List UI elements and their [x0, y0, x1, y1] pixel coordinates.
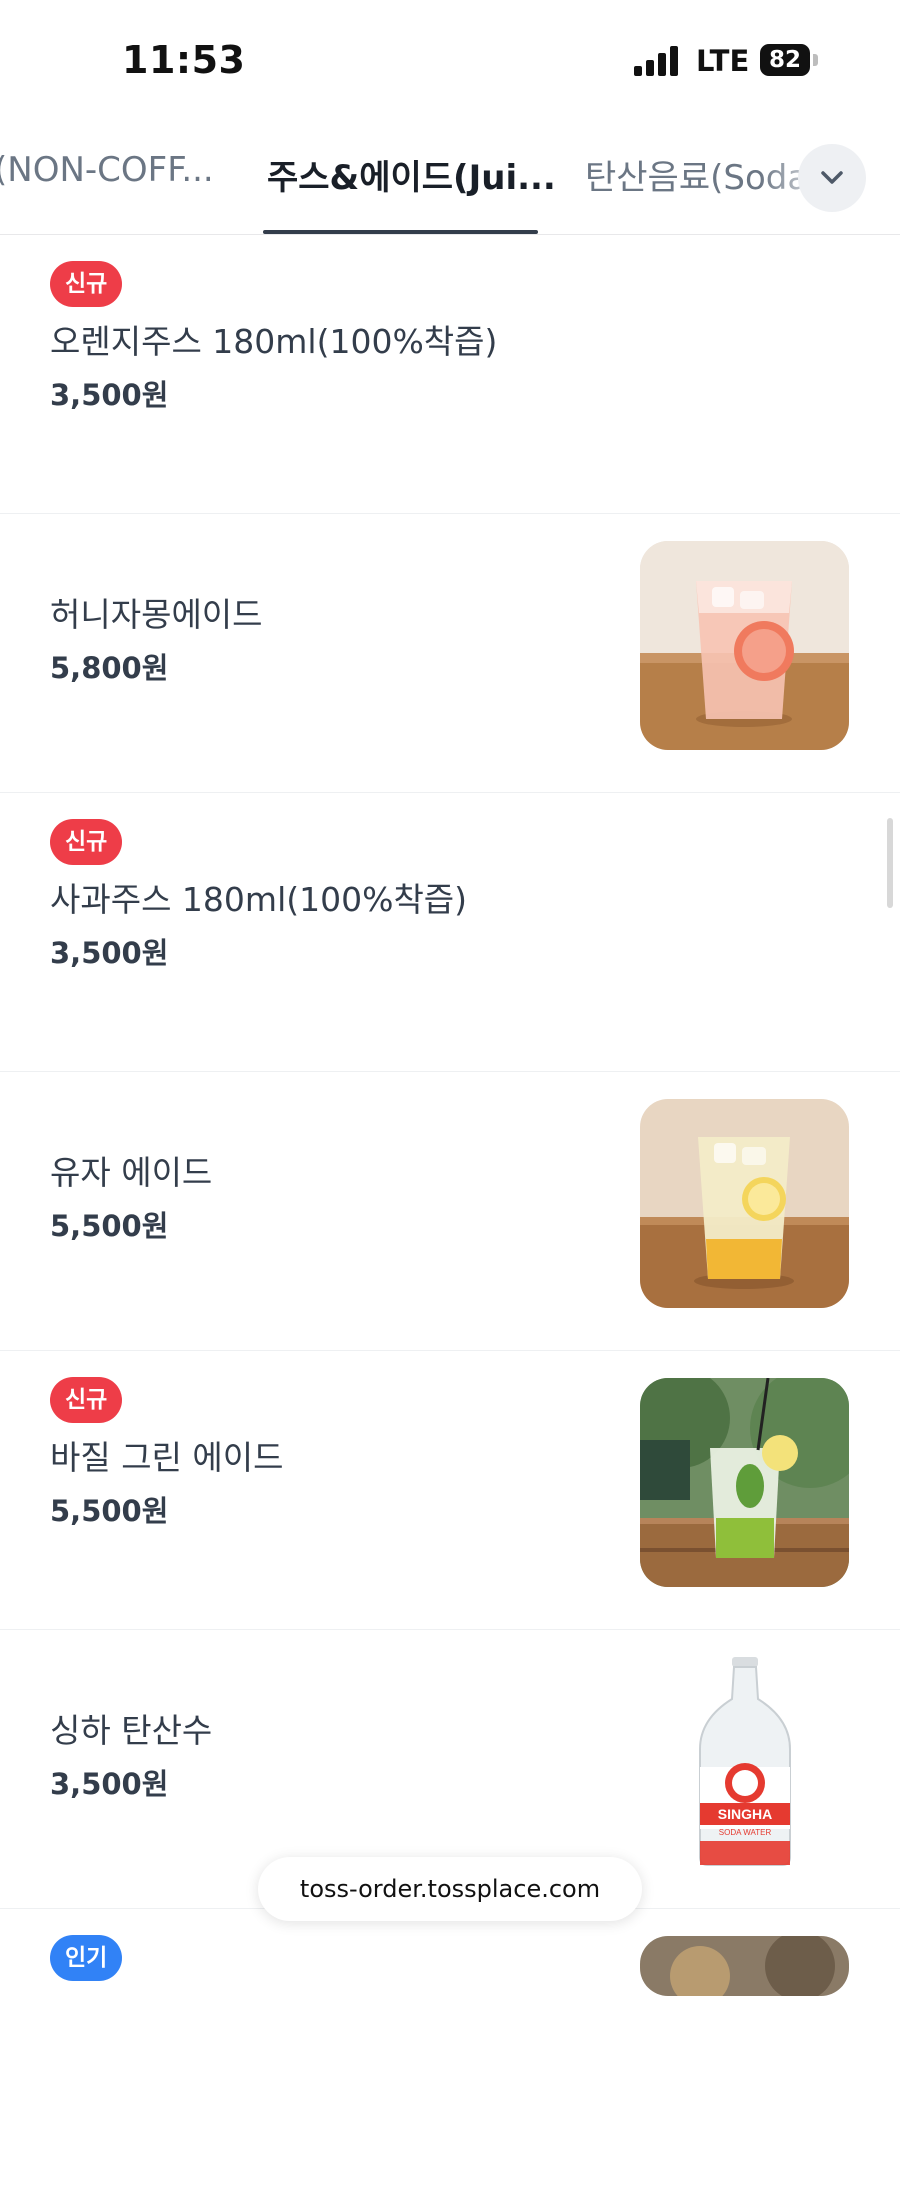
- popular-badge: 인기: [50, 1935, 123, 1981]
- chevron-down-icon: [821, 171, 843, 184]
- bottle-brand-label: SINGHA: [718, 1806, 772, 1822]
- menu-item-yuzu-ade[interactable]: 유자 에이드 5,500원: [0, 1072, 900, 1351]
- menu-item-name: 사과주스 180ml(100%착즙): [50, 880, 468, 919]
- category-expand-button[interactable]: [798, 144, 866, 212]
- network-type: LTE: [696, 44, 750, 78]
- battery-icon: 82: [760, 44, 820, 76]
- menu-item-price: 5,500원: [50, 1209, 169, 1243]
- scroll-indicator[interactable]: [887, 818, 893, 908]
- active-tab-indicator: [263, 230, 538, 234]
- basil-green-ade-photo: [640, 1378, 849, 1587]
- bottle-sub-label: SODA WATER: [719, 1828, 772, 1837]
- menu-item-price: 3,500원: [50, 936, 169, 970]
- menu-item-price: 5,500원: [50, 1494, 169, 1528]
- yuzu-ade-photo: [640, 1099, 849, 1308]
- signal-icon: [634, 44, 680, 76]
- menu-item-name: 허니자몽에이드: [50, 595, 263, 634]
- partial-item-photo: [640, 1936, 849, 1996]
- menu-item-price: 5,800원: [50, 651, 169, 685]
- menu-item-name: 바질 그린 에이드: [50, 1438, 284, 1477]
- new-badge: 신규: [50, 261, 123, 307]
- menu-item-honey-grapefruit-ade[interactable]: 허니자몽에이드 5,800원: [0, 514, 900, 793]
- menu-item-name: 오렌지주스 180ml(100%착즙): [50, 322, 498, 361]
- singha-soda-bottle-photo: SINGHA SODA WATER: [640, 1657, 849, 1866]
- menu-item-price: 3,500원: [50, 1767, 169, 1801]
- url-bar[interactable]: toss-order.tossplace.com: [258, 1857, 642, 1921]
- battery-level: 82: [760, 44, 810, 76]
- grapefruit-ade-photo: [640, 541, 849, 750]
- menu-item-basil-green-ade[interactable]: 신규 바질 그린 에이드 5,500원: [0, 1351, 900, 1630]
- menu-item-apple-juice[interactable]: 신규 사과주스 180ml(100%착즙) 3,500원: [0, 793, 900, 1072]
- menu-item-price: 3,500원: [50, 378, 169, 412]
- tab-juice-ade[interactable]: 주스&에이드(Jui...: [267, 150, 556, 199]
- menu-item-name: 유자 에이드: [50, 1153, 213, 1192]
- tab-non-coffee[interactable]: (NON-COFF...: [0, 150, 214, 190]
- menu-item-name: 싱하 탄산수: [50, 1711, 213, 1750]
- category-tab-bar: (NON-COFF... 주스&에이드(Jui... 탄산음료(Soda: [0, 120, 900, 235]
- status-time: 11:53: [122, 38, 246, 82]
- status-bar: 11:53 LTE 82: [0, 0, 900, 120]
- menu-item-orange-juice[interactable]: 신규 오렌지주스 180ml(100%착즙) 3,500원: [0, 235, 900, 514]
- new-badge: 신규: [50, 819, 123, 865]
- new-badge: 신규: [50, 1377, 123, 1423]
